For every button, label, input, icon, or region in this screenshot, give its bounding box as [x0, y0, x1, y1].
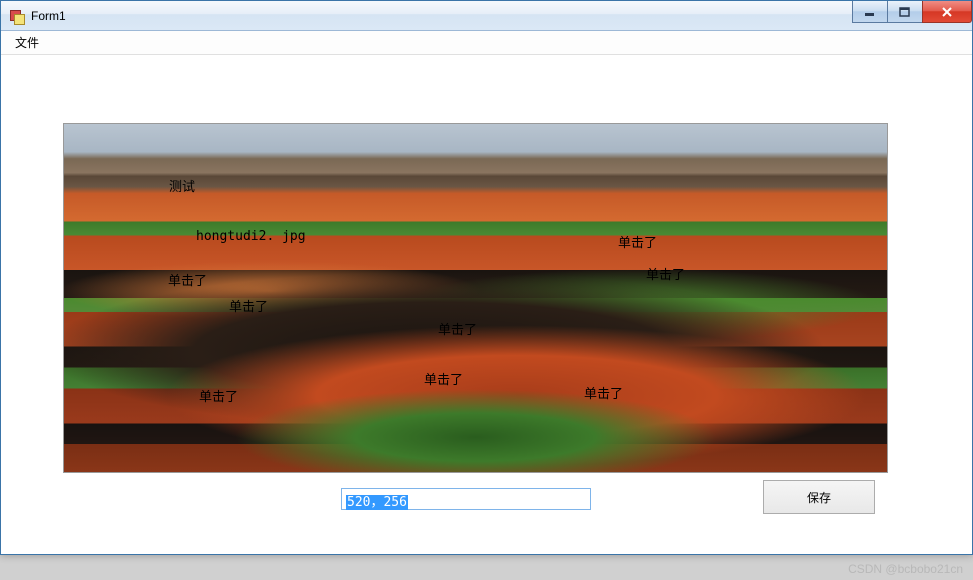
overlay-click: 单击了: [424, 369, 463, 388]
overlay-click: 单击了: [646, 264, 685, 283]
form-window: Form1 文件 测试 hongtudi2. jpg 单击了 单击了 单击了 单…: [0, 0, 973, 555]
close-button[interactable]: [922, 1, 972, 23]
overlay-click: 单击了: [168, 270, 207, 289]
save-button-label: 保存: [807, 489, 831, 506]
overlay-click: 单击了: [199, 386, 238, 405]
app-icon: [9, 8, 25, 24]
minimize-icon: [864, 7, 876, 17]
save-button[interactable]: 保存: [763, 480, 875, 514]
overlay-click: 单击了: [438, 319, 477, 338]
client-area: 测试 hongtudi2. jpg 单击了 单击了 单击了 单击了 单击了 单击…: [11, 61, 962, 544]
overlay-click: 单击了: [618, 232, 657, 251]
overlay-click: 单击了: [229, 296, 268, 315]
overlay-filename: hongtudi2. jpg: [196, 229, 306, 244]
maximize-icon: [899, 7, 911, 17]
menubar: 文件: [1, 31, 972, 55]
minimize-button[interactable]: [852, 1, 888, 23]
picture-box[interactable]: 测试 hongtudi2. jpg 单击了 单击了 单击了 单击了 单击了 单击…: [63, 123, 888, 473]
watermark-text: CSDN @bcbobo21cn: [848, 562, 963, 576]
close-icon: [940, 6, 954, 18]
window-controls: [853, 1, 972, 23]
textbox-value: 520，256: [346, 495, 408, 510]
window-title: Form1: [31, 9, 66, 23]
overlay-test: 测试: [169, 176, 195, 195]
coordinates-textbox[interactable]: 520，256: [341, 488, 591, 510]
titlebar[interactable]: Form1: [1, 1, 972, 31]
menu-file[interactable]: 文件: [7, 31, 47, 54]
maximize-button[interactable]: [887, 1, 923, 23]
overlay-click: 单击了: [584, 383, 623, 402]
